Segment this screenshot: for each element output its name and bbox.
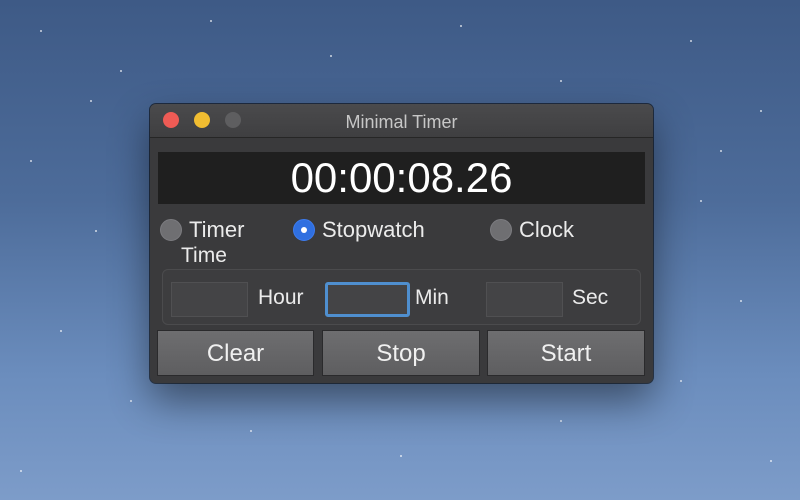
- radio-unselected-icon: [160, 219, 182, 241]
- start-button[interactable]: Start: [487, 330, 645, 376]
- window-title: Minimal Timer: [345, 112, 458, 132]
- time-display: 00:00:08.26: [158, 152, 645, 204]
- hour-label: Hour: [258, 286, 304, 309]
- mode-radio-clock[interactable]: Clock: [490, 216, 574, 244]
- min-field[interactable]: [325, 282, 410, 317]
- radio-unselected-icon: [490, 219, 512, 241]
- sec-label: Sec: [572, 286, 609, 309]
- mode-radio-stopwatch[interactable]: Stopwatch: [293, 216, 425, 244]
- stop-button[interactable]: Stop: [322, 330, 480, 376]
- time-section-label: Time: [181, 244, 227, 267]
- mode-label-stopwatch: Stopwatch: [322, 217, 425, 242]
- title-bar[interactable]: Minimal Timer: [150, 104, 653, 138]
- radio-selected-icon: [293, 219, 315, 241]
- time-input-group: Hour Min Sec: [162, 269, 641, 325]
- sec-field[interactable]: [486, 282, 563, 317]
- hour-field[interactable]: [171, 282, 248, 317]
- mode-label-clock: Clock: [519, 217, 575, 242]
- clear-button[interactable]: Clear: [157, 330, 314, 376]
- timer-window: Minimal Timer 00:00:08.26 Timer Stopwatc…: [150, 104, 653, 383]
- min-label: Min: [415, 286, 449, 309]
- mode-radio-timer[interactable]: Timer: [160, 216, 244, 244]
- mode-label-timer: Timer: [189, 217, 245, 242]
